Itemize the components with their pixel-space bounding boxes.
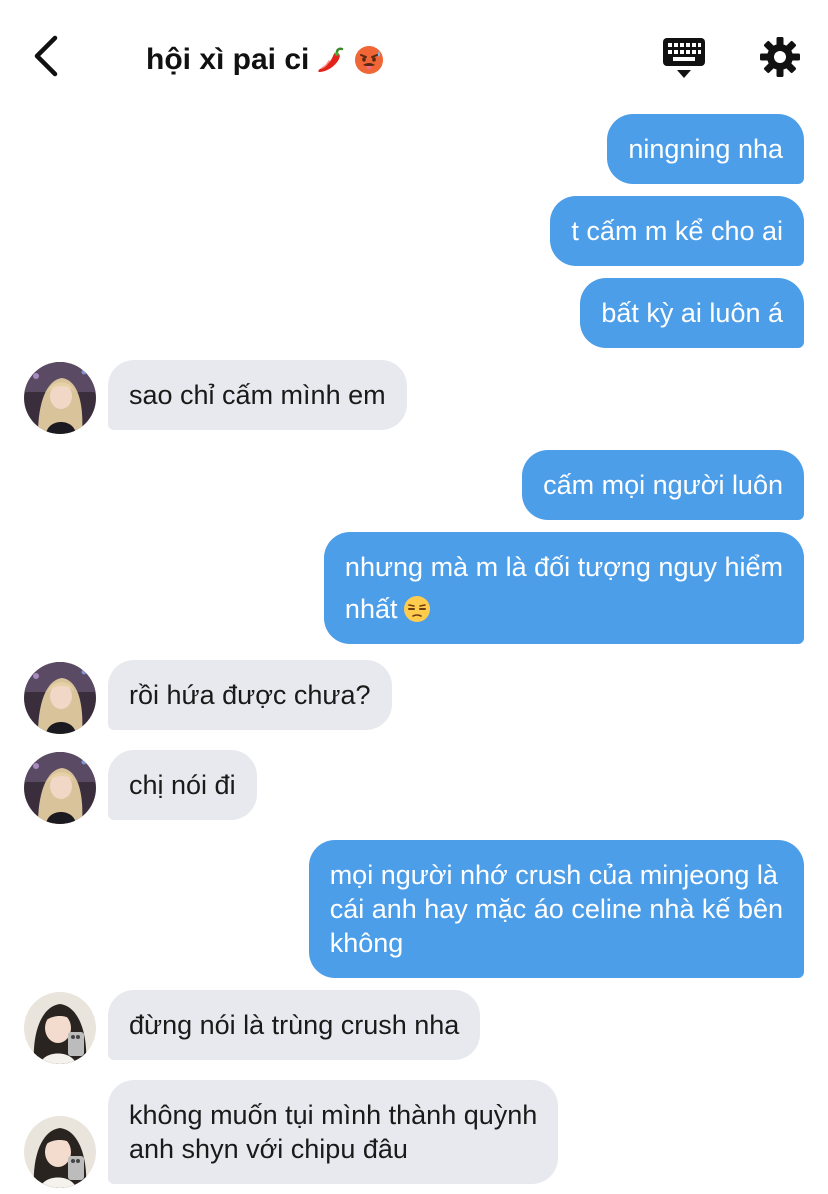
- avatar-blonde: [24, 362, 96, 434]
- unamused-face-emoji: [404, 596, 431, 622]
- message-text: cấm mọi người luôn: [543, 470, 783, 500]
- message-text-line: cái anh hay mặc áo celine nhà kế bên: [329, 894, 783, 924]
- message-text-line: anh shyn với chipu đâu: [129, 1134, 408, 1164]
- sent-message[interactable]: bất kỳ ai luôn á: [580, 278, 804, 348]
- keyboard-icon: [663, 38, 705, 78]
- avatar[interactable]: [24, 752, 96, 824]
- avatar[interactable]: [24, 362, 96, 434]
- received-message[interactable]: chị nói đi: [108, 750, 257, 820]
- message-text-line: không: [329, 928, 404, 958]
- hot-pepper-emoji: [318, 47, 344, 72]
- message-text: t cấm m kể cho ai: [571, 216, 783, 246]
- message-text-line: nhất: [344, 594, 398, 624]
- sent-message[interactable]: nhưng mà m là đối tượng nguy hiểm nhất: [323, 532, 804, 644]
- gear-icon: [760, 37, 800, 77]
- chat-title: hội xì pai ci: [146, 38, 385, 82]
- avatar-blonde: [24, 662, 96, 734]
- received-message[interactable]: đừng nói là trùng crush nha: [108, 990, 481, 1060]
- avatar[interactable]: [24, 662, 96, 734]
- message-text: chị nói đi: [129, 770, 236, 800]
- chat-screen: hội xì pai ci ningning nha t cấm m kể ch…: [0, 0, 828, 1194]
- message-text: ningning nha: [628, 134, 783, 164]
- message-text: rồi hứa được chưa?: [129, 680, 371, 710]
- message-text-line-with-emoji: nhất: [345, 592, 783, 626]
- avatar-dark-hair: [24, 1116, 96, 1188]
- keyboard-button[interactable]: [662, 36, 706, 80]
- avatar-blonde: [24, 752, 96, 824]
- sent-message[interactable]: ningning nha: [607, 114, 804, 184]
- sent-message[interactable]: cấm mọi người luôn: [522, 450, 804, 520]
- message-text-line: nhưng mà m là đối tượng nguy hiểm: [344, 552, 783, 582]
- sent-message[interactable]: mọi người nhớ crush của minjeong là cái …: [308, 840, 804, 978]
- hot-face-emoji: [355, 46, 384, 74]
- received-message[interactable]: rồi hứa được chưa?: [108, 660, 392, 730]
- message-text: sao chỉ cấm mình em: [129, 380, 386, 410]
- avatar[interactable]: [24, 992, 96, 1064]
- received-message[interactable]: không muốn tụi mình thành quỳnh anh shyn…: [108, 1080, 559, 1184]
- chevron-left-icon: [34, 35, 58, 77]
- message-text: bất kỳ ai luôn á: [601, 298, 783, 328]
- back-button[interactable]: [26, 34, 66, 78]
- avatar[interactable]: [24, 1116, 96, 1188]
- received-message[interactable]: sao chỉ cấm mình em: [108, 360, 407, 430]
- chat-title-text: hội xì pai ci: [146, 43, 310, 76]
- avatar-dark-hair: [24, 992, 96, 1064]
- message-text-line: không muốn tụi mình thành quỳnh: [129, 1100, 538, 1130]
- settings-button[interactable]: [758, 35, 802, 79]
- chat-header: hội xì pai ci: [0, 0, 828, 110]
- message-text-line: mọi người nhớ crush của minjeong là: [329, 860, 778, 890]
- sent-message[interactable]: t cấm m kể cho ai: [550, 196, 804, 266]
- message-text: đừng nói là trùng crush nha: [129, 1010, 460, 1040]
